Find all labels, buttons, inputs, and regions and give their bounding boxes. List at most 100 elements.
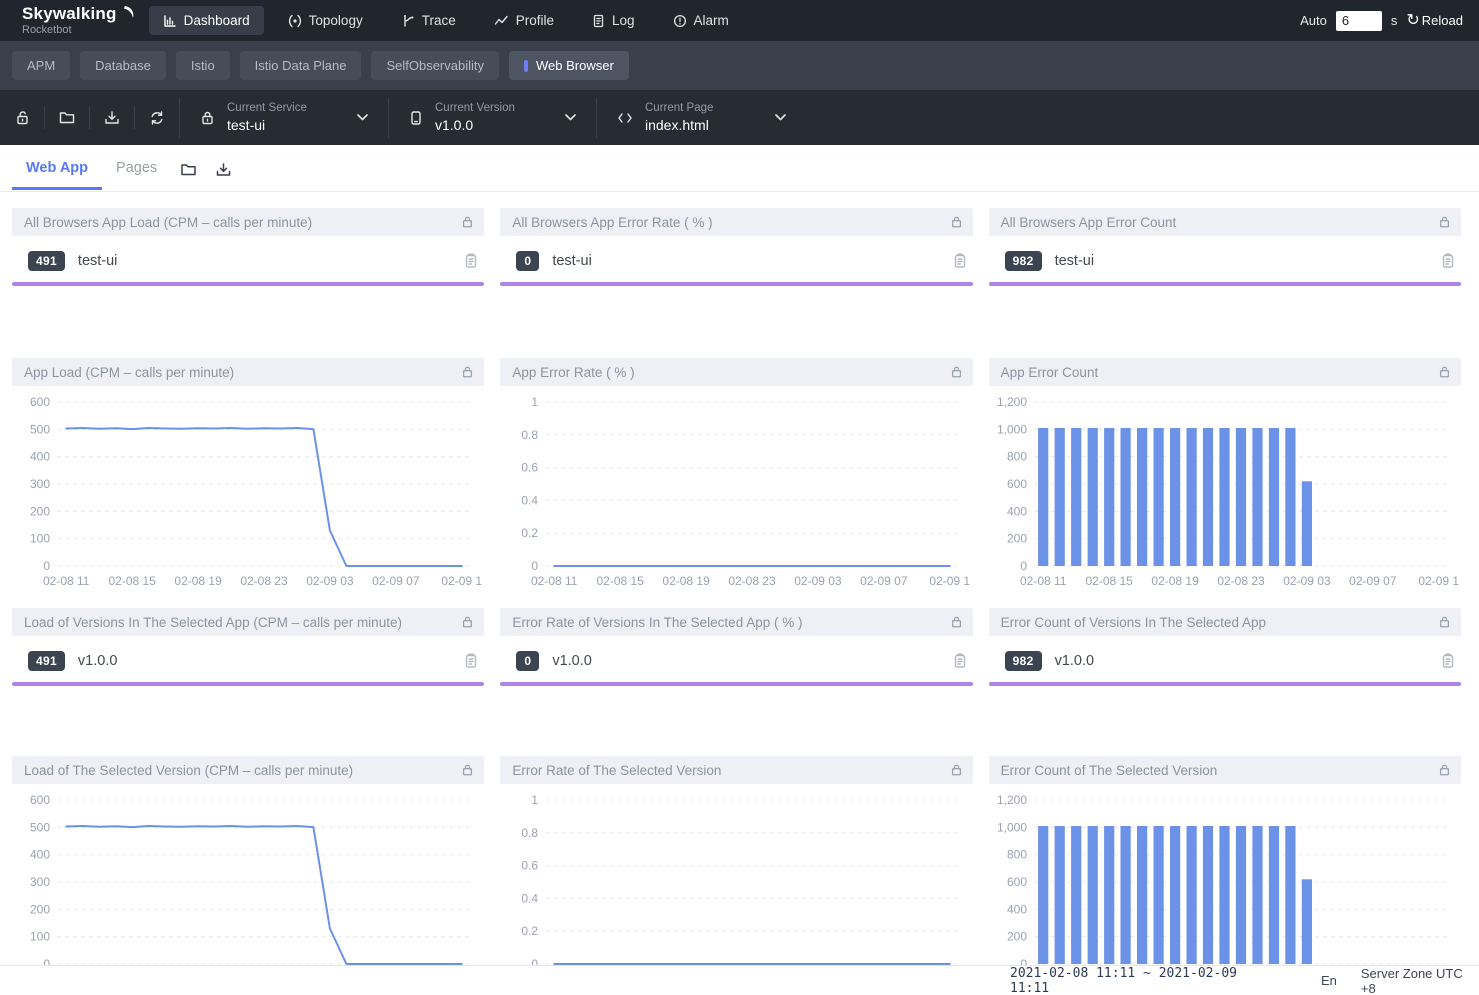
lock-icon[interactable] xyxy=(950,615,963,629)
app-error-count-chart[interactable]: 02004006008001,0001,20002-08 1102-08 150… xyxy=(989,386,1461,592)
copy-icon[interactable] xyxy=(1441,253,1455,269)
card-header: All Browsers App Error Count xyxy=(989,208,1461,236)
tab-web-app[interactable]: Web App xyxy=(12,147,102,189)
download-icon xyxy=(104,110,120,126)
nav-item-dashboard[interactable]: Dashboard xyxy=(149,6,264,35)
svg-text:0.2: 0.2 xyxy=(522,526,539,540)
metric-value-badge: 0 xyxy=(516,251,539,271)
lock-icon[interactable] xyxy=(1438,615,1451,629)
card-header: Error Count of Versions In The Selected … xyxy=(989,608,1461,636)
metric-value-badge: 982 xyxy=(1005,651,1042,671)
svg-text:0: 0 xyxy=(43,559,50,573)
card-header: App Error Rate ( % ) xyxy=(500,358,972,386)
svg-text:02-09 07: 02-09 07 xyxy=(372,574,420,588)
time-range[interactable]: 2021-02-08 11:11 ~ 2021-02-09 11:11 xyxy=(1010,966,1279,995)
language-selector[interactable]: En xyxy=(1321,973,1337,988)
nav-item-topology[interactable]: Topology xyxy=(274,6,377,35)
card-header: All Browsers App Error Rate ( % ) xyxy=(500,208,972,236)
metric-body: 982 v1.0.0 xyxy=(989,636,1461,686)
card-title: App Error Rate ( % ) xyxy=(512,365,634,380)
current-version-selector[interactable]: Current Version v1.0.0 xyxy=(388,98,596,138)
nav-item-log[interactable]: Log xyxy=(578,6,649,35)
app-load-chart[interactable]: 010020030040050060002-08 1102-08 1502-08… xyxy=(12,386,484,592)
unlock-templates-button[interactable] xyxy=(0,110,44,126)
crescent-logo-icon xyxy=(120,6,134,21)
tab-selfobservability[interactable]: SelfObservability xyxy=(371,51,499,80)
tab-istio-data-plane[interactable]: Istio Data Plane xyxy=(240,51,362,80)
card-title: Error Count of The Selected Version xyxy=(1001,763,1218,778)
card-version-error-rate-chart: Error Rate of The Selected Version 00.20… xyxy=(500,756,972,990)
lock-icon[interactable] xyxy=(950,763,963,777)
tab-pages[interactable]: Pages xyxy=(102,147,171,189)
card-app-error-rate-chart: App Error Rate ( % ) 00.20.40.60.8102-08… xyxy=(500,358,972,592)
tab-apm[interactable]: APM xyxy=(12,51,70,80)
chevron-down-icon xyxy=(565,114,576,121)
svg-text:02-08 19: 02-08 19 xyxy=(174,574,222,588)
dashboard-toolbar: Current Service test-ui Current Version … xyxy=(0,90,1479,145)
tab-label: SelfObservability xyxy=(386,58,484,73)
selector-value: test-ui xyxy=(227,117,323,133)
export-template-button[interactable] xyxy=(90,110,134,126)
lock-icon[interactable] xyxy=(950,215,963,229)
profile-icon xyxy=(494,14,509,28)
lock-icon[interactable] xyxy=(1438,365,1451,379)
copy-icon[interactable] xyxy=(464,653,478,669)
version-error-count-chart[interactable]: 02004006008001,0001,20002-08 1102-08 150… xyxy=(989,784,1461,990)
lock-icon[interactable] xyxy=(950,365,963,379)
trace-icon xyxy=(401,14,415,28)
tab-istio[interactable]: Istio xyxy=(176,51,230,80)
metric-label: v1.0.0 xyxy=(78,653,118,669)
svg-text:100: 100 xyxy=(30,930,50,944)
copy-icon[interactable] xyxy=(953,253,967,269)
lock-icon[interactable] xyxy=(461,763,474,777)
nav-label: Profile xyxy=(516,13,554,28)
tab-web-browser[interactable]: Web Browser xyxy=(509,51,629,80)
current-service-selector[interactable]: Current Service test-ui xyxy=(179,98,388,138)
import-charts-button[interactable] xyxy=(171,162,206,177)
svg-text:0: 0 xyxy=(532,559,539,573)
copy-icon[interactable] xyxy=(464,253,478,269)
svg-text:600: 600 xyxy=(30,395,50,409)
copy-icon[interactable] xyxy=(953,653,967,669)
reload-button[interactable]: ↻ Reload xyxy=(1406,13,1463,29)
copy-icon[interactable] xyxy=(1441,653,1455,669)
nav-label: Alarm xyxy=(694,13,729,28)
import-template-button[interactable] xyxy=(45,110,89,125)
refresh-dashboard-button[interactable] xyxy=(135,110,179,126)
version-error-rate-chart[interactable]: 00.20.40.60.8102-08 1102-08 1502-08 1902… xyxy=(500,784,972,990)
lock-icon[interactable] xyxy=(461,365,474,379)
lock-icon[interactable] xyxy=(1438,763,1451,777)
nav-item-trace[interactable]: Trace xyxy=(387,6,470,35)
svg-text:0.4: 0.4 xyxy=(522,891,539,905)
metric-underline-bar xyxy=(989,682,1461,686)
lock-icon[interactable] xyxy=(461,215,474,229)
nav-item-alarm[interactable]: Alarm xyxy=(659,6,743,35)
svg-text:0.6: 0.6 xyxy=(522,461,539,475)
dashboard-template-tabs: APM Database Istio Istio Data Plane Self… xyxy=(0,41,1479,90)
nav-label: Log xyxy=(612,13,635,28)
tab-label: Istio Data Plane xyxy=(255,58,347,73)
svg-text:400: 400 xyxy=(30,848,50,862)
topology-icon xyxy=(288,14,302,28)
card-title: Load of Versions In The Selected App (CP… xyxy=(24,615,402,630)
selector-value: index.html xyxy=(645,117,741,133)
card-version-error-count-chart: Error Count of The Selected Version 0200… xyxy=(989,756,1461,990)
tab-database[interactable]: Database xyxy=(80,51,166,80)
svg-text:02-08 15: 02-08 15 xyxy=(108,574,156,588)
version-load-chart[interactable]: 010020030040050060002-08 1102-08 1502-08… xyxy=(12,784,484,990)
auto-interval-input[interactable] xyxy=(1336,11,1382,31)
nav-item-profile[interactable]: Profile xyxy=(480,6,568,35)
card-header: Load of The Selected Version (CPM – call… xyxy=(12,756,484,784)
lock-icon[interactable] xyxy=(461,615,474,629)
current-page-selector[interactable]: Current Page index.html xyxy=(596,98,806,138)
app-error-rate-chart[interactable]: 00.20.40.60.8102-08 1102-08 1502-08 1902… xyxy=(500,386,972,592)
lock-icon[interactable] xyxy=(1438,215,1451,229)
export-charts-button[interactable] xyxy=(206,162,241,178)
metric-body: 0 v1.0.0 xyxy=(500,636,972,686)
metric-label: test-ui xyxy=(1055,253,1095,269)
app-logo[interactable]: Skywalking Rocketbot xyxy=(0,5,133,36)
card-title: Load of The Selected Version (CPM – call… xyxy=(24,763,353,778)
svg-text:0.4: 0.4 xyxy=(522,493,539,507)
metric-body: 491 v1.0.0 xyxy=(12,636,484,686)
selector-caption: Current Version xyxy=(435,102,531,114)
